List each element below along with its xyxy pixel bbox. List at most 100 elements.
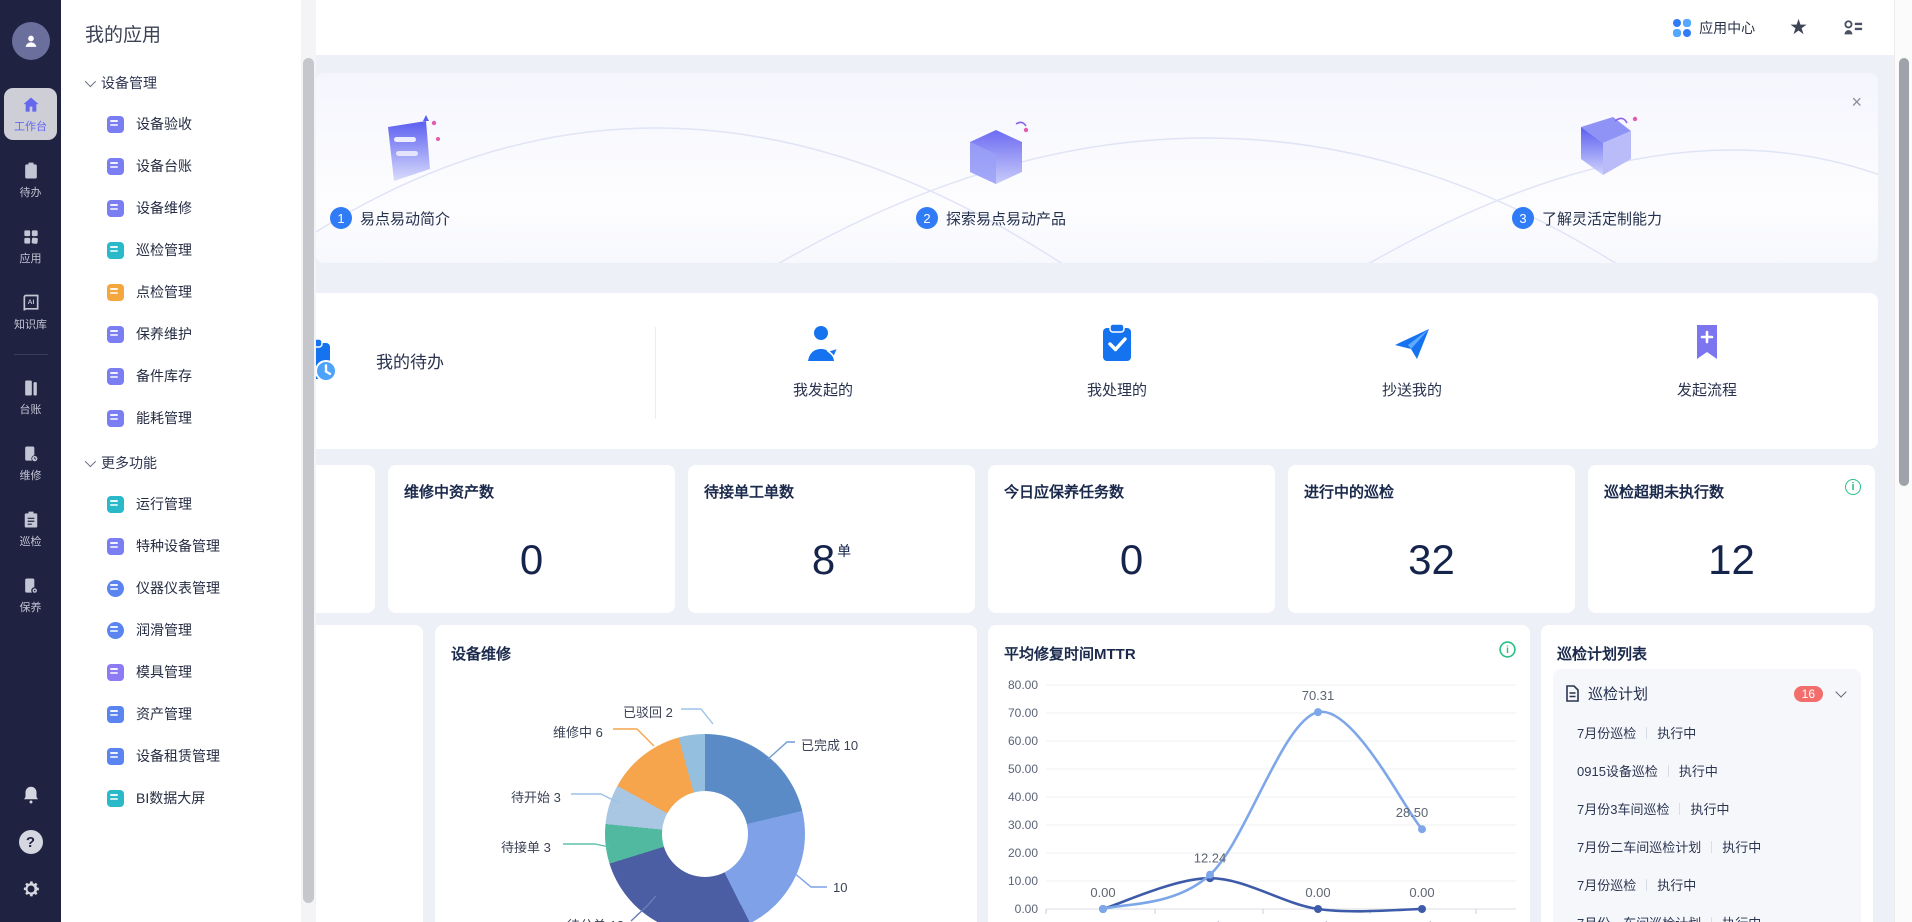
sidebar-item-rental[interactable]: 设备租赁管理	[85, 735, 301, 777]
my-todo-label: 我的待办	[376, 348, 444, 373]
banner-step-1[interactable]: 1 易点易动简介	[330, 207, 450, 229]
todo-item-initiated[interactable]: 我发起的	[763, 323, 883, 400]
help-icon[interactable]: ?	[19, 830, 43, 854]
plan-status: 执行中	[1657, 875, 1696, 894]
window-scrollbar-thumb[interactable]	[1899, 58, 1909, 486]
stat-value: 8	[812, 536, 835, 583]
sidebar-item-bi-dashboard[interactable]: BI数据大屏	[85, 777, 301, 819]
sidebar-item-label: 能耗管理	[136, 408, 192, 428]
inspection-list-item[interactable]: 7月份巡检执行中	[1565, 875, 1849, 894]
inspection-list-item[interactable]: 7月份3车间巡检执行中	[1565, 799, 1849, 818]
stat-card-maintenance-today[interactable]: 今日应保养任务数 0	[988, 465, 1275, 613]
sidebar-item-acceptance[interactable]: 设备验收	[85, 103, 301, 145]
sidebar-item-label: 点检管理	[136, 282, 192, 302]
gauge-icon	[107, 580, 124, 597]
favorite-star-icon[interactable]: ★	[1789, 17, 1808, 38]
donut-label-to-accept: 待接单 3	[501, 837, 551, 856]
contact-card-icon[interactable]	[1842, 18, 1864, 38]
todo-item-processed[interactable]: 我处理的	[1057, 323, 1177, 400]
window-scrollbar[interactable]	[1894, 0, 1912, 922]
inspection-group-header[interactable]: 巡检计划 16	[1565, 683, 1849, 704]
close-icon[interactable]: ×	[1851, 93, 1862, 111]
todo-item-cc[interactable]: 抄送我的	[1352, 323, 1472, 400]
top-bar: 应用中心 ★	[316, 0, 1894, 55]
sidebar-item-label: BI数据大屏	[136, 788, 205, 808]
sidebar-group-more[interactable]: 更多功能	[85, 453, 301, 473]
plan-status: 执行中	[1722, 913, 1761, 922]
device-repair-chart-card: 设备维修 已驳回 2 维修中 6 待开始 3 待接单 3 待分单 13	[435, 625, 977, 922]
flag-plus-icon	[1692, 323, 1722, 363]
rail-item-ledger[interactable]: 台账	[4, 371, 57, 423]
app-page: 工作台 待办 应用 AI 知识库 台账 维修	[0, 0, 1912, 922]
banner-3d-custom-icon	[1563, 105, 1649, 185]
app-center-icon	[1673, 19, 1691, 37]
chevron-down-icon	[85, 76, 96, 87]
clipboard-icon	[107, 242, 124, 259]
stat-title: 巡检超期未执行数	[1604, 481, 1859, 502]
sidebar-item-assets[interactable]: 资产管理	[85, 693, 301, 735]
inspection-list-item[interactable]: 7月份巡检执行中	[1565, 723, 1849, 742]
sidebar-item-maintenance[interactable]: 保养维护	[85, 313, 301, 355]
sidebar-item-label: 设备租赁管理	[136, 746, 220, 766]
sidebar-item-mold[interactable]: 模具管理	[85, 651, 301, 693]
stat-value: 0	[1120, 536, 1143, 583]
mttr-line-chart[interactable]: 0.0010.0020.0030.0040.0050.0060.0070.008…	[988, 661, 1530, 922]
bell-icon[interactable]	[20, 784, 42, 806]
sidebar-item-ledger[interactable]: 设备台账	[85, 145, 301, 187]
sidebar-item-label: 设备维修	[136, 198, 192, 218]
chevron-down-icon[interactable]	[1835, 686, 1846, 697]
sidebar-group-equipment[interactable]: 设备管理	[85, 73, 301, 93]
info-icon[interactable]: i	[1499, 641, 1516, 663]
my-todo[interactable]: 我的待办	[316, 337, 444, 383]
rail-item-maintenance[interactable]: 保养	[4, 569, 57, 621]
sidebar-item-spotcheck[interactable]: 点检管理	[85, 271, 301, 313]
rail-item-label: 保养	[20, 599, 42, 615]
sidebar-item-label: 润滑管理	[136, 620, 192, 640]
app-center-button[interactable]: 应用中心	[1673, 18, 1755, 38]
sidebar-item-spareparts[interactable]: 备件库存	[85, 355, 301, 397]
divider	[1711, 917, 1712, 922]
rail-item-workbench[interactable]: 工作台	[4, 88, 57, 140]
inspection-list-item[interactable]: 7月份一车间巡检计划执行中	[1565, 913, 1849, 922]
inspection-plan-panel: 巡检计划 16 7月份巡检执行中 0915设备巡检执行中 7月份3车间巡检执行中…	[1553, 669, 1861, 922]
donut-chart: 已驳回 2 维修中 6 待开始 3 待接单 3 待分单 13 已完成 10 10	[435, 625, 977, 922]
stat-card-assets-in-repair[interactable]: 维修中资产数 0	[388, 465, 675, 613]
mttr-chart-card: 平均修复时间MTTR i 0.0010.0020.0030.0040.0050.…	[988, 625, 1530, 922]
clipboard-icon	[107, 284, 124, 301]
stat-card-inspections-in-progress[interactable]: 进行中的巡检 32	[1288, 465, 1575, 613]
info-icon[interactable]: i	[1845, 479, 1861, 495]
inspection-list-item[interactable]: 0915设备巡检执行中	[1565, 761, 1849, 780]
rail-item-inspection[interactable]: 巡检	[4, 503, 57, 555]
cabinet-icon	[107, 158, 124, 175]
svg-text:70.00: 70.00	[1008, 706, 1038, 720]
sidebar-item-special-equipment[interactable]: 特种设备管理	[85, 525, 301, 567]
banner-step-2[interactable]: 2 探索易点易动产品	[916, 207, 1066, 229]
rail-item-repair[interactable]: 维修	[4, 437, 57, 489]
divider	[1679, 803, 1680, 815]
sidebar-item-repair[interactable]: 设备维修	[85, 187, 301, 229]
stat-card-pending-orders[interactable]: 待接单工单数 8单	[688, 465, 975, 613]
rail-divider	[14, 354, 48, 355]
rail-item-label: 巡检	[20, 533, 42, 549]
inspection-list-item[interactable]: 7月份二车间巡检计划执行中	[1565, 837, 1849, 856]
rail-item-knowledge[interactable]: AI 知识库	[4, 286, 57, 338]
stat-title: 待接单工单数	[704, 481, 959, 502]
chart-card-clipped	[316, 625, 423, 922]
donut-label-unnamed-10: 10	[833, 880, 847, 895]
todo-item-start-flow[interactable]: 发起流程	[1647, 323, 1767, 400]
sidebar-item-inspection[interactable]: 巡检管理	[85, 229, 301, 271]
stat-card-overdue-inspections[interactable]: 巡检超期未执行数 i 12	[1588, 465, 1875, 613]
sidebar-item-energy[interactable]: 能耗管理	[85, 397, 301, 439]
rail-item-todo[interactable]: 待办	[4, 154, 57, 206]
user-avatar[interactable]	[12, 22, 50, 60]
sidebar-item-instruments[interactable]: 仪器仪表管理	[85, 567, 301, 609]
gear-icon[interactable]	[20, 878, 42, 900]
rail-item-apps[interactable]: 应用	[4, 220, 57, 272]
stat-unit: 单	[837, 543, 851, 559]
stat-value: 32	[1408, 536, 1455, 583]
banner-step-3[interactable]: 3 了解灵活定制能力	[1512, 207, 1662, 229]
sidebar-item-lubrication[interactable]: 润滑管理	[85, 609, 301, 651]
sidebar-item-operation[interactable]: 运行管理	[85, 483, 301, 525]
sidebar-scrollbar[interactable]	[301, 0, 316, 922]
sidebar-scrollbar-thumb[interactable]	[303, 58, 314, 903]
